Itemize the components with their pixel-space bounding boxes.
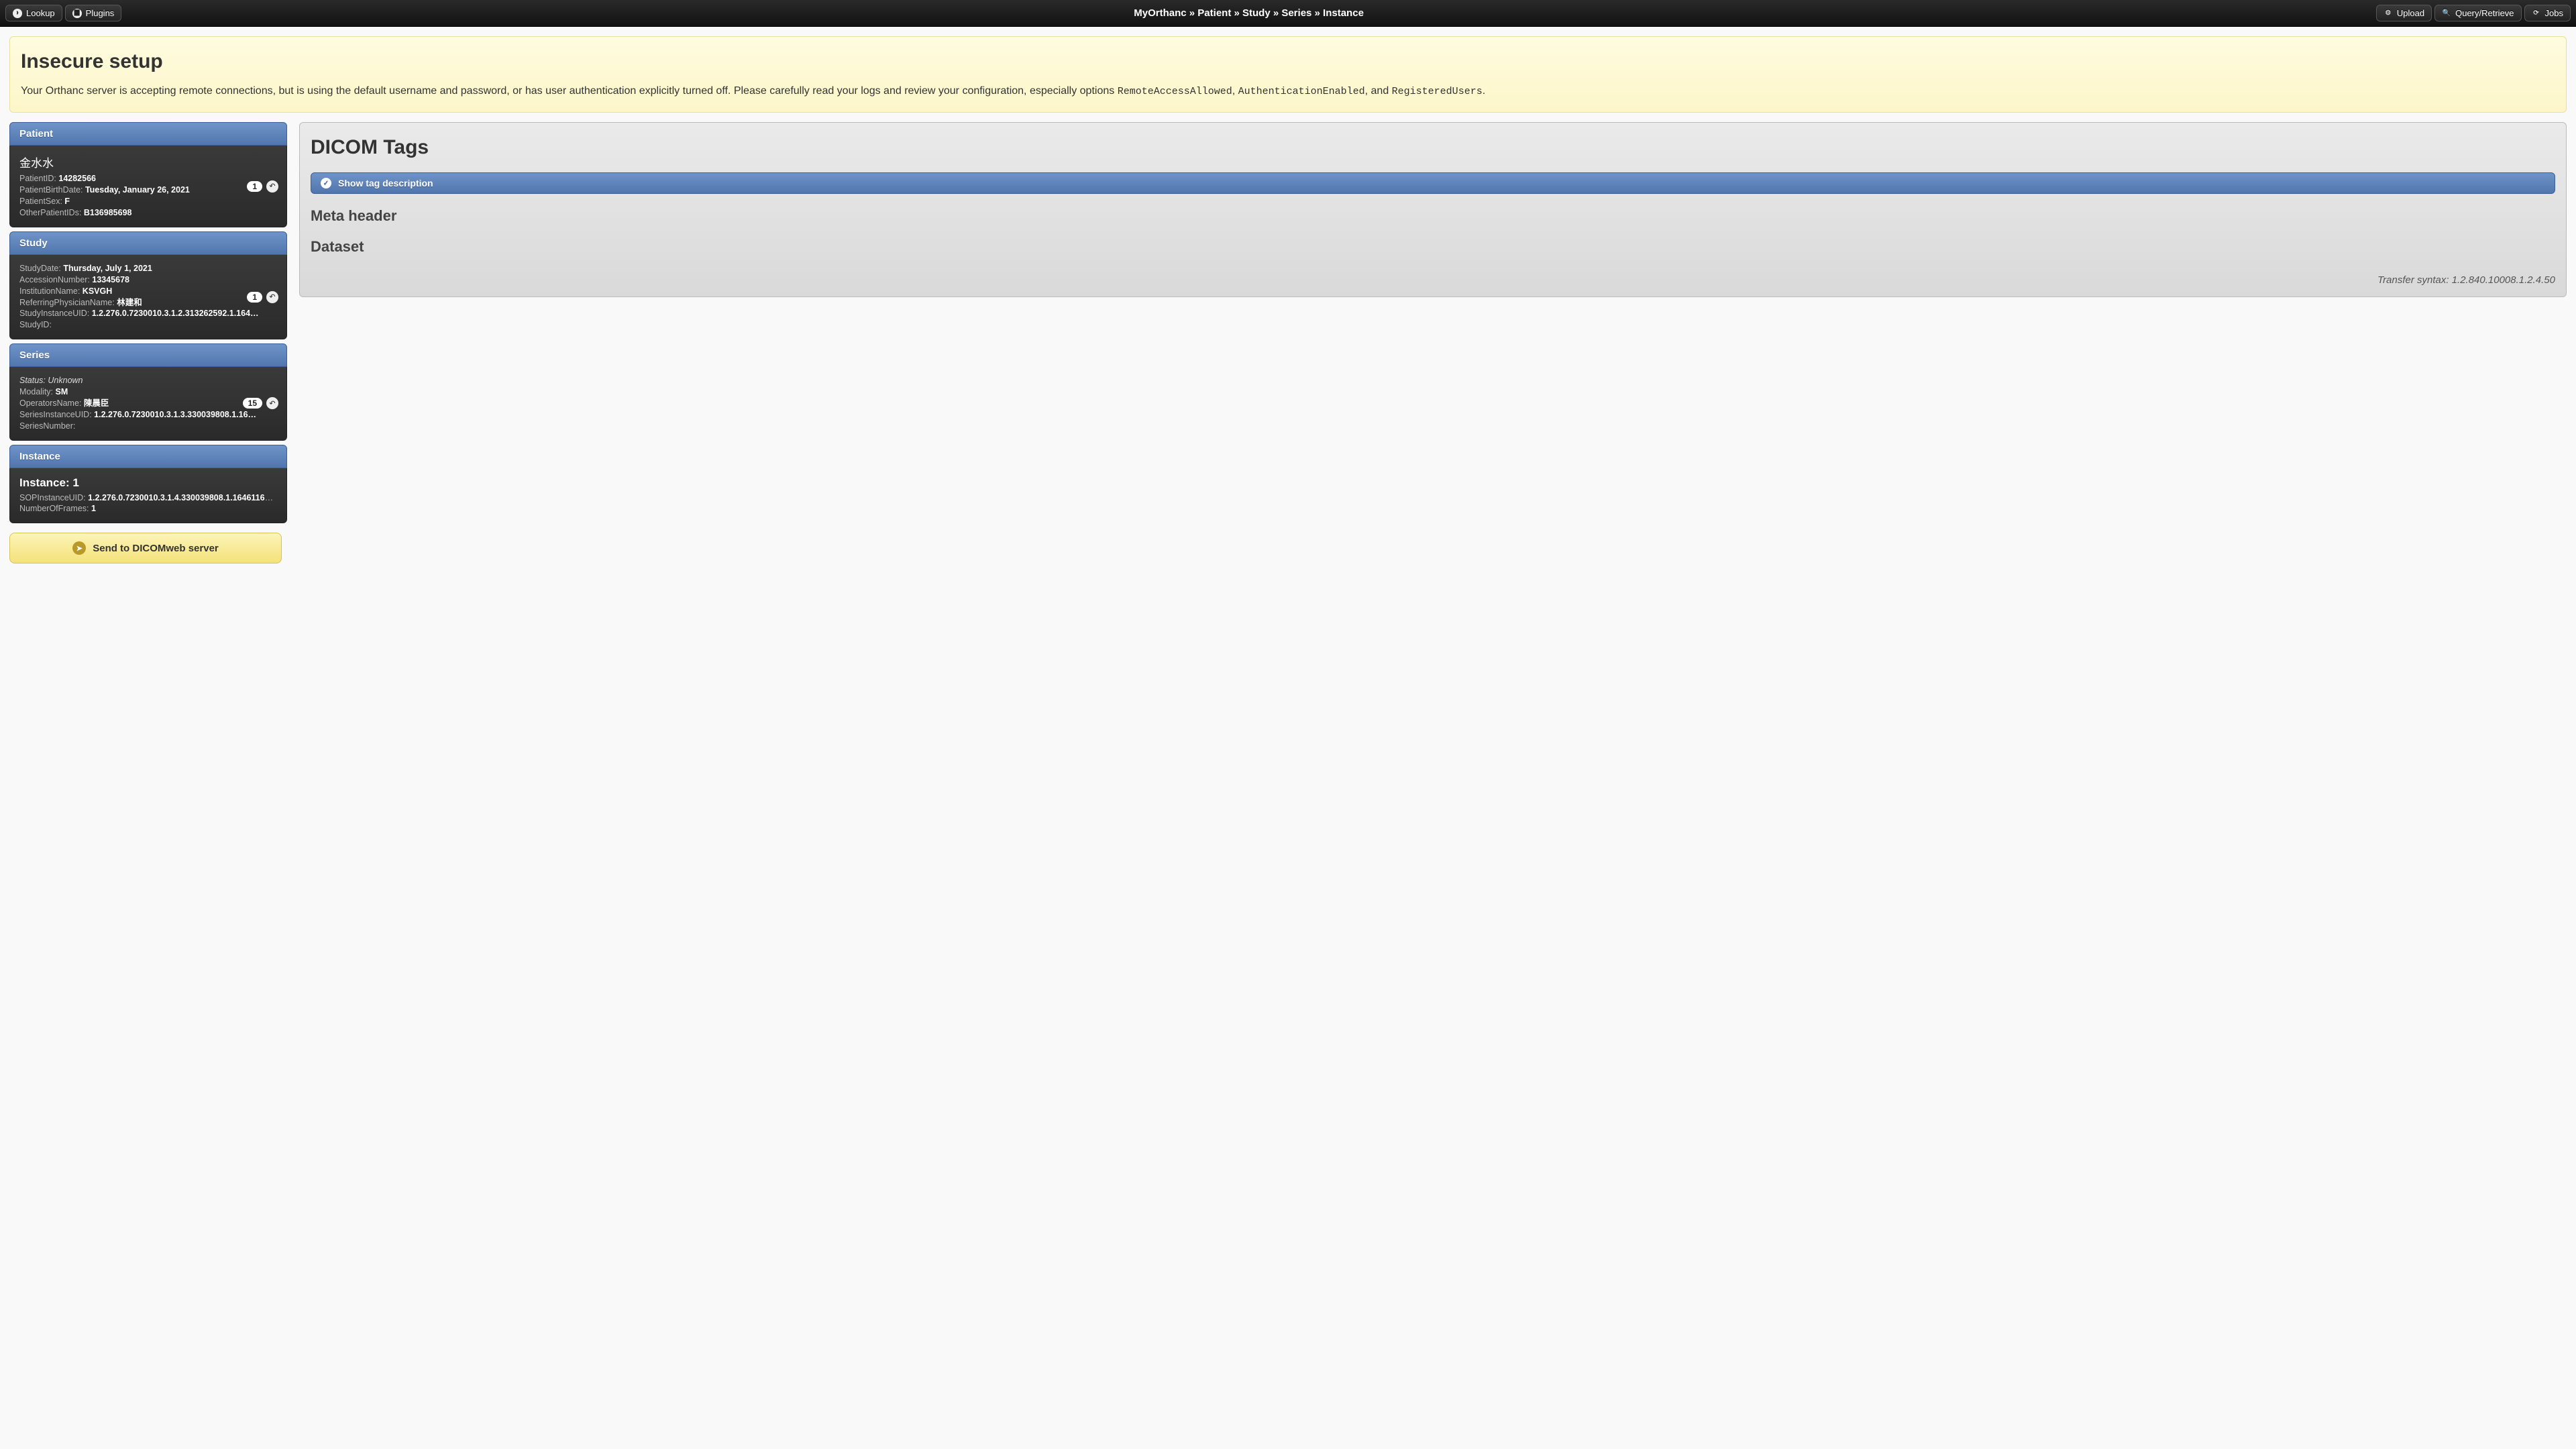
breadcrumb: MyOrthanc » Patient » Study » Series » I…: [121, 7, 2376, 19]
instance-title: Instance: 1: [19, 476, 277, 490]
patient-count-badge: 1: [247, 181, 262, 192]
patient-header: Patient: [9, 122, 287, 146]
dicom-tags-panel: DICOM Tags ✓ Show tag description Meta h…: [299, 122, 2567, 297]
query-retrieve-button[interactable]: 🔍 Query/Retrieve: [2434, 5, 2521, 21]
refresh-icon: ⟳: [2532, 9, 2541, 18]
instance-header: Instance: [9, 445, 287, 468]
series-header: Series: [9, 343, 287, 367]
series-count-badge: 15: [243, 398, 262, 409]
jobs-button[interactable]: ⟳ Jobs: [2524, 5, 2571, 21]
plugins-label: Plugins: [86, 8, 115, 18]
instance-item[interactable]: Instance: 1 SOPInstanceUID: 1.2.276.0.72…: [9, 468, 287, 524]
dataset-heading: Dataset: [311, 238, 2555, 256]
check-icon: ✓: [321, 178, 331, 189]
send-label: Send to DICOMweb server: [93, 543, 219, 554]
chevron-right-icon: ›: [13, 9, 22, 18]
upload-button[interactable]: ⚙ Upload: [2376, 5, 2432, 21]
study-item[interactable]: StudyDate: Thursday, July 1, 2021 Access…: [9, 255, 287, 339]
jobs-label: Jobs: [2545, 8, 2563, 18]
insecure-setup-warning: Insecure setup Your Orthanc server is ac…: [9, 36, 2567, 113]
toggle-label: Show tag description: [338, 178, 433, 189]
series-item[interactable]: Status: Unknown Modality: SM OperatorsNa…: [9, 367, 287, 440]
grid-icon: ▦: [72, 9, 82, 18]
lookup-label: Lookup: [26, 8, 55, 18]
top-toolbar: › Lookup ▦ Plugins MyOrthanc » Patient »…: [0, 0, 2576, 27]
transfer-syntax: Transfer syntax: 1.2.840.10008.1.2.4.50: [311, 274, 2555, 286]
gear-icon: ⚙: [2383, 9, 2393, 18]
undo-icon[interactable]: ↶: [266, 397, 278, 409]
upload-label: Upload: [2397, 8, 2424, 18]
lookup-button[interactable]: › Lookup: [5, 5, 62, 21]
warning-title: Insecure setup: [21, 50, 2555, 73]
warning-text: Your Orthanc server is accepting remote …: [21, 84, 2555, 99]
undo-icon[interactable]: ↶: [266, 291, 278, 303]
patient-name: 金水水: [19, 154, 277, 170]
plugins-button[interactable]: ▦ Plugins: [65, 5, 122, 21]
show-tag-description-toggle[interactable]: ✓ Show tag description: [311, 172, 2555, 194]
search-icon: 🔍: [2442, 9, 2451, 18]
dicom-tags-title: DICOM Tags: [311, 136, 2555, 159]
study-header: Study: [9, 231, 287, 255]
forward-icon: ➤: [72, 541, 86, 555]
patient-item[interactable]: 金水水 PatientID: 14282566 PatientBirthDate…: [9, 146, 287, 227]
meta-header-heading: Meta header: [311, 207, 2555, 225]
send-dicomweb-button[interactable]: ➤ Send to DICOMweb server: [9, 533, 282, 564]
undo-icon[interactable]: ↶: [266, 180, 278, 193]
query-label: Query/Retrieve: [2455, 8, 2514, 18]
study-count-badge: 1: [247, 292, 262, 303]
